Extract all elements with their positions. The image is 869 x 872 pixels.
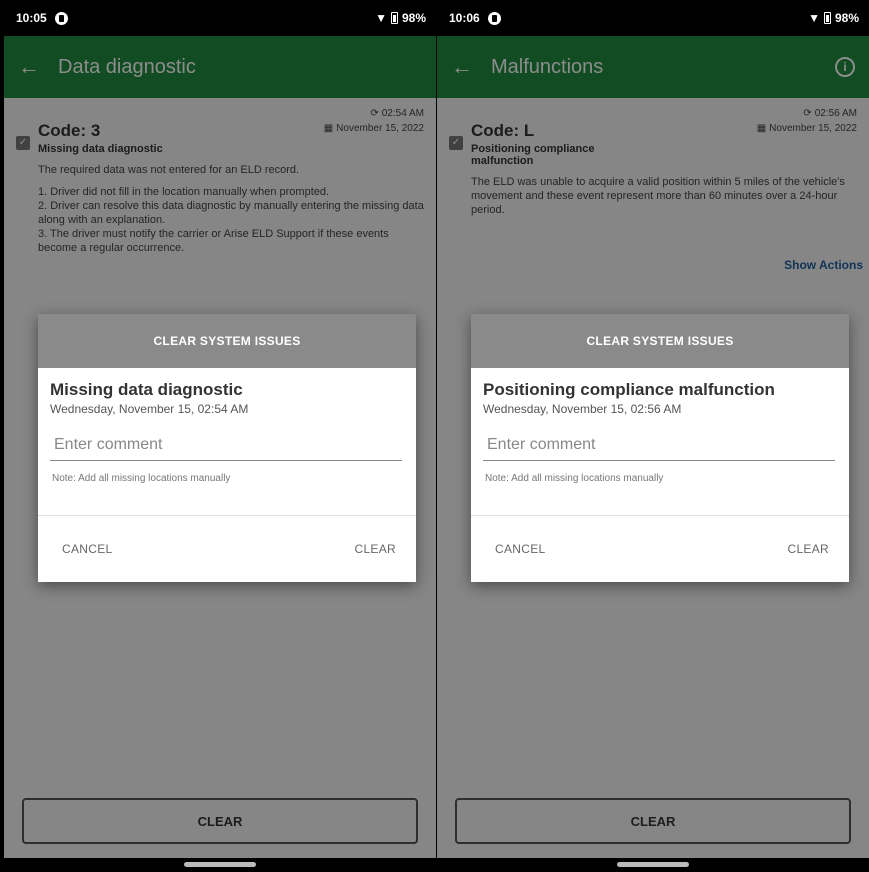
dialog-datetime: Wednesday, November 15, 02:54 AM (50, 402, 249, 416)
navigation-bar (4, 858, 436, 872)
comment-input[interactable] (50, 434, 402, 461)
wifi-icon: ▼ (375, 11, 387, 25)
battery-percent: 98% (401, 11, 426, 25)
dialog-note: Note: Add all missing locations manually (485, 473, 664, 484)
status-time: 10:06 (449, 11, 480, 25)
app-notification-icon (487, 11, 501, 25)
screenshot-stage: 10:05 ▼ 98% ← Data diagnostic ✓ ⟳02:54 (0, 0, 869, 872)
status-bar: 10:05 ▼ 98% (4, 0, 436, 36)
status-time: 10:05 (16, 11, 47, 25)
comment-input[interactable] (483, 434, 835, 461)
dialog-header: CLEAR SYSTEM ISSUES (38, 314, 416, 368)
battery-icon (390, 12, 398, 24)
cancel-button[interactable]: CANCEL (62, 542, 112, 556)
dialog-title: Positioning compliance malfunction (483, 380, 775, 399)
dialog-datetime: Wednesday, November 15, 02:56 AM (483, 402, 682, 416)
clear-system-issues-dialog: CLEAR SYSTEM ISSUES Missing data diagnos… (38, 314, 416, 582)
phone-screen-right: 10:06 ▼ 98% ← Malfunctions i ✓ ⟳ 02:56 A… (437, 0, 869, 872)
battery-icon (823, 12, 831, 24)
cancel-button[interactable]: CANCEL (495, 542, 545, 556)
clear-button[interactable]: CLEAR (787, 542, 829, 556)
battery-percent: 98% (834, 11, 859, 25)
clear-button[interactable]: CLEAR (354, 542, 396, 556)
status-bar: 10:06 ▼ 98% (437, 0, 869, 36)
home-handle[interactable] (617, 862, 689, 867)
dialog-note: Note: Add all missing locations manually (52, 473, 231, 484)
phone-screen-left: 10:05 ▼ 98% ← Data diagnostic ✓ ⟳02:54 (4, 0, 436, 872)
dialog-header: CLEAR SYSTEM ISSUES (471, 314, 849, 368)
clear-system-issues-dialog: CLEAR SYSTEM ISSUES Positioning complian… (471, 314, 849, 582)
home-handle[interactable] (184, 862, 256, 867)
wifi-icon: ▼ (808, 11, 820, 25)
dialog-title: Missing data diagnostic (50, 380, 243, 399)
navigation-bar (437, 858, 869, 872)
app-notification-icon (54, 11, 68, 25)
